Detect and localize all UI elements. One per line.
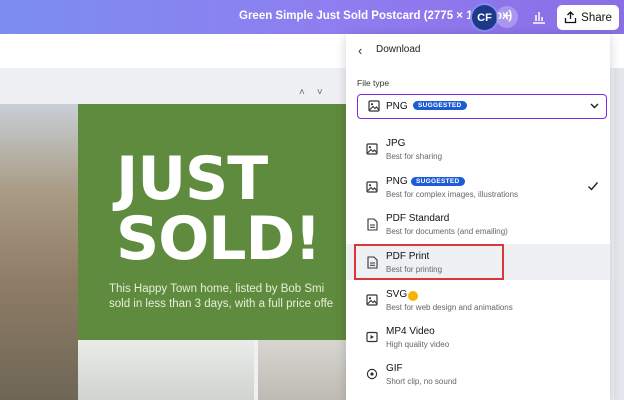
chevron-down-icon[interactable]: ˅ bbox=[317, 87, 335, 98]
scroll-area bbox=[614, 68, 624, 400]
bar-chart-icon bbox=[533, 12, 545, 24]
checkmark-icon bbox=[588, 182, 599, 191]
interior-photo-2[interactable] bbox=[258, 340, 348, 400]
option-description: Best for web design and animations bbox=[386, 303, 513, 312]
option-label: MP4 Video bbox=[386, 326, 435, 337]
option-label: PDF Print bbox=[386, 251, 430, 262]
gif-icon bbox=[366, 368, 378, 380]
option-label: PNG bbox=[386, 176, 408, 187]
insights-button[interactable] bbox=[528, 6, 550, 28]
interior-photo-1[interactable] bbox=[78, 340, 254, 400]
chevron-down-icon[interactable] bbox=[589, 100, 600, 111]
option-description: Best for documents (and emailing) bbox=[386, 227, 508, 236]
upload-icon bbox=[565, 11, 577, 24]
share-label: Share bbox=[581, 11, 612, 24]
option-description: High quality video bbox=[386, 340, 450, 349]
video-icon bbox=[366, 331, 378, 343]
suggested-badge: SUGGESTED bbox=[413, 101, 467, 110]
file-type-label: File type bbox=[357, 78, 390, 88]
chevron-left-icon[interactable]: ‹ bbox=[358, 43, 362, 58]
listing-description[interactable]: This Happy Town home, listed by Bob Smi … bbox=[109, 282, 349, 312]
option-description: Best for printing bbox=[386, 265, 443, 274]
image-icon bbox=[366, 294, 378, 306]
selected-file-type: PNG bbox=[386, 101, 408, 112]
headline-just[interactable]: JUST bbox=[116, 149, 268, 209]
option-label: PDF Standard bbox=[386, 213, 450, 224]
option-description: Short clip, no sound bbox=[386, 377, 457, 386]
option-label: SVG bbox=[386, 289, 408, 300]
panel-title: Download bbox=[376, 44, 421, 55]
add-collaborator-button[interactable]: + bbox=[496, 6, 518, 28]
option-description: Best for complex images, illustrations bbox=[386, 190, 519, 199]
image-icon bbox=[366, 143, 378, 155]
document-icon bbox=[367, 218, 378, 231]
description-line-2: sold in less than 3 days, with a full pr… bbox=[109, 298, 334, 310]
option-label: JPG bbox=[386, 138, 406, 149]
image-icon bbox=[368, 100, 380, 112]
share-button[interactable]: Share bbox=[557, 5, 619, 30]
chevron-up-icon[interactable]: ˄ bbox=[299, 87, 317, 98]
description-line-1: This Happy Town home, listed by Bob Smi bbox=[109, 283, 325, 295]
suggested-badge: SUGGESTED bbox=[411, 177, 465, 186]
option-label: GIF bbox=[386, 363, 403, 374]
house-photo[interactable] bbox=[0, 104, 78, 400]
crown-icon bbox=[408, 291, 418, 301]
image-icon bbox=[366, 181, 378, 193]
page-navigation[interactable]: ˄˅ bbox=[299, 87, 335, 98]
option-description: Best for sharing bbox=[386, 152, 443, 161]
document-icon bbox=[367, 256, 378, 269]
headline-sold[interactable]: SOLD! bbox=[116, 209, 322, 269]
avatar[interactable]: CF bbox=[472, 5, 497, 30]
